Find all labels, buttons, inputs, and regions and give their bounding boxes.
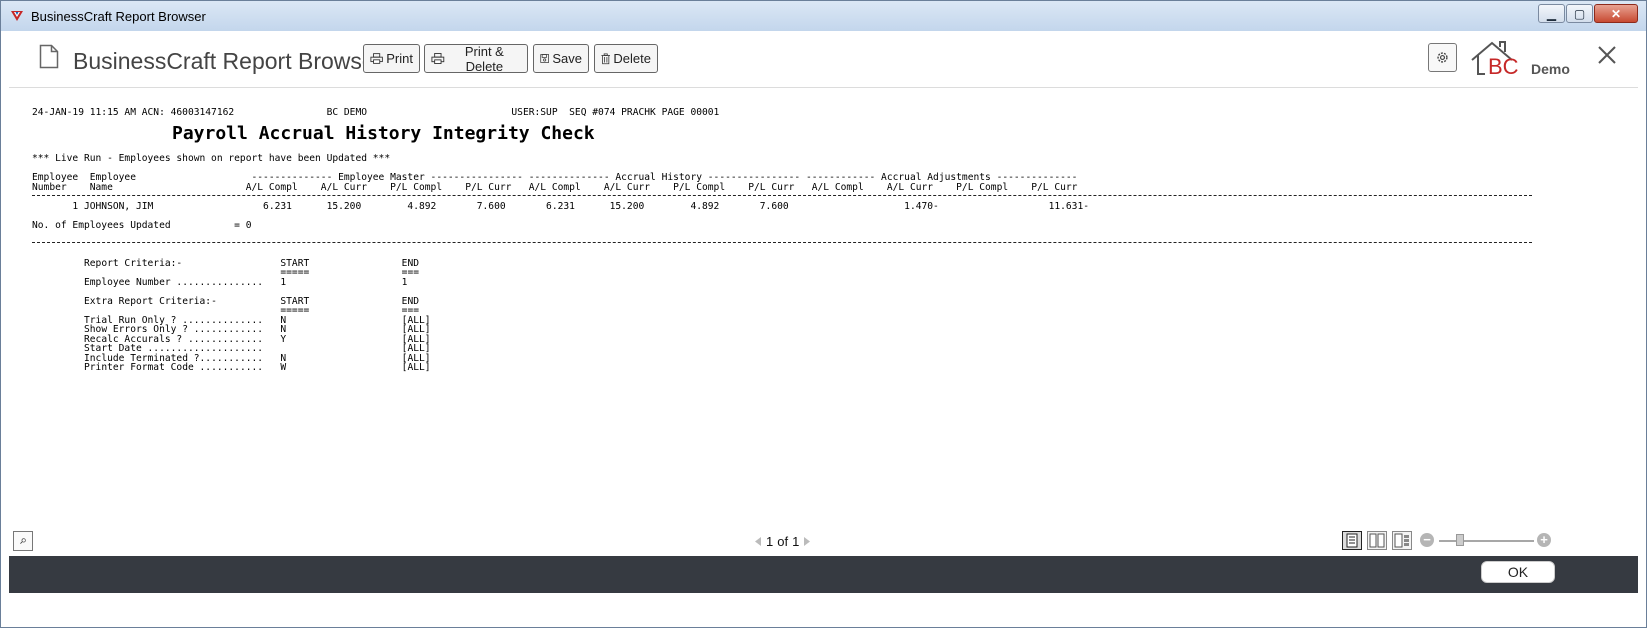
window-titlebar[interactable]: BusinessCraft Report Browser ▁ ▢ ✕ <box>1 1 1646 31</box>
save-icon <box>540 54 549 63</box>
businesscraft-logo: BC <box>1471 41 1519 77</box>
single-page-icon <box>1346 533 1358 548</box>
next-page-icon[interactable] <box>803 536 811 547</box>
criteria-line: Employee Number ............... 1 1 <box>84 277 408 288</box>
gear-icon <box>1437 52 1448 63</box>
printer-icon <box>370 53 383 64</box>
zoom-in-icon[interactable]: + <box>1537 533 1551 547</box>
thumbnail-icon <box>1394 533 1409 548</box>
save-button[interactable]: Save <box>533 44 589 73</box>
logo-text: BC <box>1488 54 1519 77</box>
window-title: BusinessCraft Report Browser <box>31 9 206 24</box>
footer-bar <box>9 556 1638 593</box>
zoom-slider-track[interactable] <box>1439 540 1534 542</box>
page-of-label: of <box>777 534 789 549</box>
employees-updated-summary: No. of Employees Updated = 0 <box>32 220 252 231</box>
report-notice: *** Live Run - Employees shown on report… <box>32 153 391 164</box>
print-and-delete-button[interactable]: Print & Delete <box>424 43 528 74</box>
minimize-button[interactable]: ▁ <box>1538 4 1565 23</box>
single-page-view-button[interactable] <box>1342 531 1362 550</box>
ok-button[interactable]: OK <box>1481 561 1555 583</box>
two-page-view-button[interactable] <box>1367 531 1387 550</box>
app-title: BusinessCraft Report Browser <box>73 48 383 74</box>
settings-button[interactable] <box>1428 43 1457 72</box>
criteria-line: Printer Format Code ........... W [ALL] <box>84 362 431 373</box>
thumbnail-view-button[interactable] <box>1392 531 1412 550</box>
toolbar: BusinessCraft Report Browser Print Print… <box>9 31 1638 88</box>
window-close-button[interactable]: ✕ <box>1594 4 1638 23</box>
print-and-delete-label: Print & Delete <box>464 43 504 74</box>
trash-icon <box>601 53 611 64</box>
print-label: Print <box>386 51 413 66</box>
report-header-line: 24-JAN-19 11:15 AM ACN: 46003147162 BC D… <box>32 107 720 118</box>
logo-demo-label: Demo <box>1531 61 1570 77</box>
search-icon <box>20 538 26 544</box>
document-icon <box>39 44 59 69</box>
find-button[interactable] <box>13 531 33 551</box>
page-navigator: 1 of 1 <box>754 534 811 549</box>
print-button[interactable]: Print <box>363 44 420 73</box>
previous-page-icon[interactable] <box>754 536 762 547</box>
table-row: 1 JOHNSON, JIM 6.231 15.200 4.892 7.600 … <box>32 201 1089 212</box>
save-label: Save <box>552 51 582 66</box>
close-icon[interactable] <box>1597 45 1617 65</box>
header-separator <box>32 195 1532 196</box>
report-viewer[interactable]: 24-JAN-19 11:15 AM ACN: 46003147162 BC D… <box>32 103 1607 563</box>
zoom-slider-handle[interactable] <box>1456 534 1464 546</box>
zoom-out-icon[interactable]: − <box>1420 533 1434 547</box>
summary-separator <box>32 242 1532 243</box>
app-logo-icon <box>11 11 23 21</box>
two-page-icon <box>1369 533 1385 548</box>
total-pages: 1 <box>792 534 800 549</box>
current-page: 1 <box>766 534 774 549</box>
report-title: Payroll Accrual History Integrity Check <box>172 123 595 144</box>
delete-label: Delete <box>613 51 651 66</box>
delete-button[interactable]: Delete <box>594 44 658 73</box>
maximize-button[interactable]: ▢ <box>1566 4 1593 23</box>
printer-icon <box>431 53 445 64</box>
report-browser-window: BusinessCraft Report Browser ▁ ▢ ✕ Busin… <box>0 0 1647 628</box>
column-header-names: Number Name A/L Compl A/L Curr P/L Compl… <box>32 182 1078 193</box>
browser-panel: BusinessCraft Report Browser Print Print… <box>9 31 1638 627</box>
